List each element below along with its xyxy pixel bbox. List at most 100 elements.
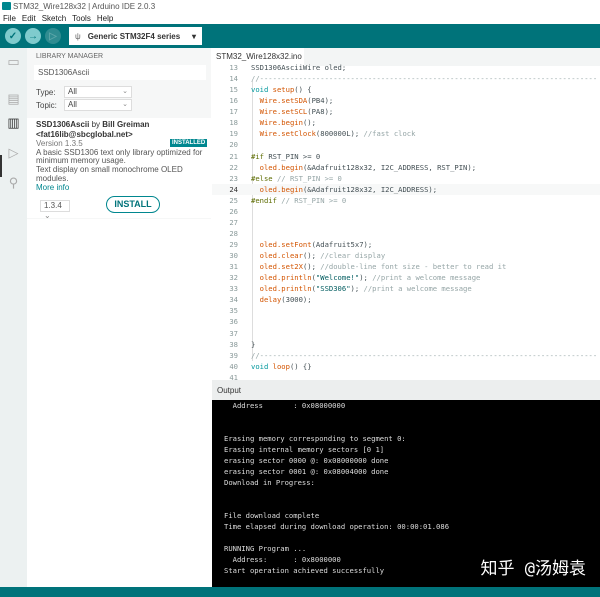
output-title: Output [217, 386, 242, 395]
code-token: Wire. [251, 96, 282, 106]
usb-icon: ψ [75, 31, 81, 41]
code-line[interactable]: 38} [212, 339, 600, 350]
code-token: println [281, 284, 312, 294]
code-line[interactable]: 34 delay(3000); [212, 294, 600, 305]
code-token: delay [259, 295, 282, 305]
menu-tools[interactable]: Tools [69, 14, 94, 23]
code-line[interactable]: 25 #endif // RST_PIN >= 0 [212, 195, 600, 206]
code-line[interactable]: 30 oled.clear(); //clear display [212, 250, 600, 261]
library-search-input[interactable] [34, 65, 206, 80]
output-line: Erasing memory corresponding to segment … [224, 434, 406, 443]
library-manager-icon[interactable]: ▥ [5, 114, 22, 131]
code-token: //--------------------------------------… [251, 74, 598, 84]
output-line: erasing sector 0001 @: 0x08004000 done [224, 467, 389, 476]
type-select[interactable]: All ⌄ [64, 86, 132, 98]
menu-help[interactable]: Help [94, 14, 116, 23]
code-token: begin [281, 184, 303, 194]
boards-manager-icon[interactable]: ▤ [5, 90, 22, 107]
code-token: clear [281, 251, 303, 261]
code-line[interactable]: 27 [212, 217, 600, 228]
code-line[interactable]: 28 [212, 228, 600, 239]
code-token: Wire. [251, 129, 282, 139]
code-token: ); [350, 284, 364, 294]
code-token: () { [294, 85, 312, 95]
menu-file[interactable]: File [0, 14, 19, 23]
output-line: Download in Progress: [224, 478, 315, 487]
code-line[interactable]: 16 Wire.setSDA(PB4); [212, 95, 600, 106]
code-line[interactable]: 13 SSD1306AsciiWire oled; [212, 62, 600, 73]
code-token: (); [302, 118, 316, 128]
code-line[interactable]: 29 oled.setFont(Adafruit5x7); [212, 239, 600, 250]
code-token: loop [272, 361, 290, 371]
code-line[interactable]: 39 //------------------------------------… [212, 350, 600, 361]
code-token: SSD1306AsciiWire oled; [251, 63, 347, 72]
code-token: setFont [281, 240, 312, 249]
chevron-down-icon: ▾ [191, 31, 196, 41]
code-token: setSDA [281, 96, 308, 106]
line-number: 18 [229, 118, 238, 128]
chevron-down-icon: ⌄ [122, 88, 128, 95]
line-number: 17 [229, 107, 238, 117]
code-line[interactable]: 32 oled.println("Welcome!"); //print a w… [212, 272, 600, 283]
library-name: SSD1306Ascii [36, 120, 90, 129]
code-token: begin [281, 118, 303, 128]
topic-value: All [68, 100, 77, 109]
output-console[interactable]: Address : 0x08000000 Erasing memory corre… [212, 400, 600, 587]
code-line[interactable]: 14 //------------------------------------… [212, 73, 600, 84]
code-token: //print a welcome message [372, 273, 481, 283]
debug-button[interactable]: ▷ [45, 28, 61, 44]
code-token: oled. [251, 184, 282, 194]
code-line[interactable]: 18 Wire.begin(); [212, 117, 600, 128]
board-selector[interactable]: ψ Generic STM32F4 series ▾ [69, 27, 202, 45]
code-line[interactable]: 17 Wire.setSCL(PA8); [212, 106, 600, 117]
code-token: // RST_PIN >= 0 [276, 173, 342, 183]
code-token: #if [251, 151, 269, 161]
menu-sketch[interactable]: Sketch [39, 14, 69, 23]
code-line[interactable]: 22 oled.begin(&Adafruit128x32, I2C_ADDRE… [212, 162, 600, 173]
search-icon[interactable]: ⚲ [5, 174, 22, 191]
code-editor[interactable]: STM32_Wire128x32.ino 13 SSD1306AsciiWire … [212, 48, 600, 383]
install-button[interactable]: INSTALL [106, 196, 160, 213]
more-info-link[interactable]: More info [36, 183, 204, 193]
code-line[interactable]: 19 Wire.setClock(800000L); //fast clock [212, 128, 600, 139]
sketchbook-folder-icon[interactable]: ▭ [5, 53, 22, 70]
code-line[interactable]: 31 oled.set2X(); //double-line font size… [212, 261, 600, 272]
arduino-app-icon [2, 2, 11, 10]
code-line[interactable]: 26 [212, 206, 600, 217]
version-select[interactable]: 1.3.4 ⌄ [40, 200, 70, 220]
version-value: 1.3.4 [44, 201, 62, 210]
code-line[interactable]: 24 oled.begin(&Adafruit128x32, I2C_ADDRE… [212, 183, 600, 195]
upload-button[interactable]: → [25, 28, 41, 44]
code-line[interactable]: 15 void setup() { [212, 84, 600, 95]
code-line[interactable]: 36 [212, 316, 600, 327]
line-number: 21 [229, 151, 238, 161]
toolbar: ✓ → ▷ ψ Generic STM32F4 series ▾ [0, 24, 600, 48]
code-token: setSCL [281, 107, 308, 117]
output-line: Erasing internal memory sectors [0 1] [224, 445, 385, 454]
code-line[interactable]: 37 [212, 328, 600, 339]
chevron-down-icon: ⌄ [122, 101, 128, 108]
code-line[interactable]: 40 void loop() {} [212, 361, 600, 372]
verify-button[interactable]: ✓ [5, 28, 21, 44]
code-token: Wire. [251, 118, 282, 128]
library-email: <fat16lib@sbcglobal.net> [36, 130, 133, 139]
topic-select[interactable]: All ⌄ [64, 99, 132, 111]
code-line[interactable]: 35 [212, 305, 600, 316]
code-token: (&Adafruit128x32, I2C_ADDRESS); [302, 184, 438, 194]
code-line[interactable]: 20 [212, 139, 600, 150]
code-line[interactable]: 23 #else // RST_PIN >= 0 [212, 173, 600, 184]
debug-icon[interactable]: ▷ [5, 144, 22, 161]
code-line[interactable]: 21 #if RST_PIN >= 0 [212, 151, 600, 162]
code-token: //double-line font size - better to read… [320, 262, 507, 272]
menu-edit[interactable]: Edit [19, 14, 39, 23]
menu-bar: File Edit Sketch Tools Help [0, 12, 600, 24]
code-token: "SSD306" [315, 284, 351, 294]
code-lines[interactable]: 13 SSD1306AsciiWire oled; 14 //------------… [212, 62, 600, 383]
line-number: 31 [229, 262, 238, 272]
code-token: "Welcome!" [315, 273, 360, 283]
code-token: (PB4); [307, 96, 334, 106]
code-line[interactable]: 33 oled.println("SSD306"); //print a wel… [212, 283, 600, 294]
code-token: //print a welcome message [363, 284, 472, 294]
by-text: by [89, 120, 103, 129]
